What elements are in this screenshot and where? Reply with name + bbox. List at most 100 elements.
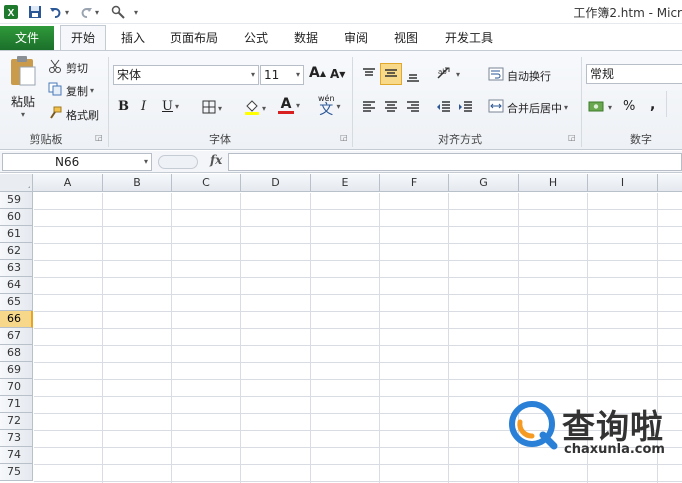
- svg-text:X: X: [8, 8, 15, 19]
- row-header[interactable]: 64: [0, 277, 33, 294]
- excel-logo-icon[interactable]: X: [2, 3, 20, 21]
- select-all-corner[interactable]: [0, 174, 33, 192]
- align-middle-icon: [383, 66, 399, 83]
- column-header[interactable]: G: [449, 174, 519, 192]
- name-box[interactable]: N66 ▾: [2, 153, 152, 171]
- italic-button[interactable]: I: [141, 99, 146, 114]
- column-header[interactable]: H: [519, 174, 588, 192]
- alignment-launcher-icon[interactable]: ◲: [568, 133, 576, 142]
- row-header[interactable]: 62: [0, 243, 33, 260]
- paste-button[interactable]: 粘贴 ▾: [6, 55, 40, 119]
- row-header[interactable]: 65: [0, 294, 33, 311]
- phonetic-button[interactable]: wén 文 ▾: [318, 95, 341, 118]
- align-bottom-icon: [405, 69, 421, 86]
- column-header[interactable]: I: [588, 174, 658, 192]
- tab-home[interactable]: 开始: [60, 25, 106, 51]
- row-header[interactable]: 73: [0, 430, 33, 447]
- row-header[interactable]: 67: [0, 328, 33, 345]
- format-painter-button[interactable]: 格式刷: [48, 106, 99, 123]
- font-color-icon: A: [280, 96, 292, 112]
- row-header-selected[interactable]: 66: [0, 311, 33, 328]
- name-box-dropdown-icon[interactable]: ▾: [144, 154, 148, 170]
- accounting-format-button[interactable]: ▾: [588, 99, 612, 116]
- align-left-button[interactable]: [361, 100, 377, 117]
- watermark-name: 查询啦: [562, 407, 664, 446]
- row-header[interactable]: 68: [0, 345, 33, 362]
- decrease-indent-icon: [436, 100, 452, 117]
- row-header[interactable]: 69: [0, 362, 33, 379]
- row-header[interactable]: 72: [0, 413, 33, 430]
- wrap-text-button[interactable]: 自动换行: [488, 67, 551, 84]
- tab-formulas[interactable]: 公式: [236, 26, 276, 50]
- row-header[interactable]: 71: [0, 396, 33, 413]
- align-top-icon: [361, 67, 377, 84]
- row-header[interactable]: 70: [0, 379, 33, 396]
- font-group-label: 字体: [209, 133, 231, 146]
- tab-insert[interactable]: 插入: [114, 26, 152, 50]
- tab-developer[interactable]: 开发工具: [438, 26, 500, 50]
- tab-view[interactable]: 视图: [386, 26, 426, 50]
- align-right-button[interactable]: [405, 100, 421, 117]
- grow-font-button[interactable]: A ▲: [309, 65, 326, 81]
- customize-icon[interactable]: ▾: [130, 3, 142, 21]
- group-divider: [666, 91, 667, 117]
- paste-icon: [8, 55, 38, 90]
- column-header[interactable]: B: [103, 174, 172, 192]
- column-header[interactable]: E: [311, 174, 380, 192]
- shrink-font-button[interactable]: A ▼: [330, 67, 345, 81]
- bold-button[interactable]: B: [118, 99, 129, 114]
- paste-label: 粘贴: [10, 95, 35, 109]
- tab-page-layout[interactable]: 页面布局: [164, 26, 224, 50]
- undo-icon[interactable]: ▾: [48, 3, 70, 21]
- watermark-logo-icon: [506, 398, 560, 452]
- comma-button[interactable]: ,: [650, 97, 655, 113]
- save-icon[interactable]: [26, 3, 44, 21]
- format-painter-label: 格式刷: [66, 108, 99, 122]
- clipboard-launcher-icon[interactable]: ◲: [95, 133, 103, 142]
- cut-button[interactable]: 剪切: [48, 59, 88, 76]
- redo-icon[interactable]: ▾: [78, 3, 100, 21]
- tab-file[interactable]: 文件: [0, 26, 54, 50]
- font-size-combo[interactable]: 11 ▾: [260, 65, 304, 85]
- row-header[interactable]: 60: [0, 209, 33, 226]
- tools-icon[interactable]: [108, 3, 128, 21]
- font-launcher-icon[interactable]: ◲: [340, 133, 348, 142]
- fx-icon[interactable]: fx: [210, 153, 222, 167]
- borders-button[interactable]: ▾: [202, 100, 222, 117]
- tab-review[interactable]: 审阅: [336, 26, 376, 50]
- decrease-indent-button[interactable]: [436, 100, 452, 117]
- row-header[interactable]: 61: [0, 226, 33, 243]
- underline-icon: U: [162, 99, 173, 114]
- formula-bar-grip[interactable]: [158, 155, 198, 169]
- column-header[interactable]: F: [380, 174, 449, 192]
- clipboard-group-label: 剪贴板: [29, 133, 63, 146]
- percent-button[interactable]: %: [623, 99, 635, 114]
- increase-indent-button[interactable]: [458, 100, 474, 117]
- merge-center-button[interactable]: 合并后居中 ▾: [488, 99, 568, 116]
- tab-data[interactable]: 数据: [286, 26, 326, 50]
- underline-button[interactable]: U ▾: [162, 99, 179, 114]
- column-header[interactable]: C: [172, 174, 241, 192]
- row-header[interactable]: 75: [0, 464, 33, 481]
- title-bar: X ▾ ▾ ▾ 工作簿2.htm - Micr: [0, 0, 682, 24]
- align-center-button[interactable]: [383, 100, 399, 117]
- align-center-icon: [383, 100, 399, 117]
- number-format-combo[interactable]: 常规: [586, 64, 682, 84]
- orientation-button[interactable]: ab ▾: [436, 66, 460, 83]
- formula-input[interactable]: [228, 153, 682, 171]
- font-color-button[interactable]: A ▾: [278, 97, 300, 114]
- copy-button[interactable]: 复制 ▾: [48, 82, 94, 99]
- formula-bar: N66 ▾ fx: [0, 151, 682, 173]
- column-header[interactable]: D: [241, 174, 311, 192]
- column-header[interactable]: A: [33, 174, 103, 192]
- align-middle-button[interactable]: [380, 63, 402, 85]
- row-header[interactable]: 74: [0, 447, 33, 464]
- align-top-button[interactable]: [361, 67, 377, 84]
- row-header[interactable]: 59: [0, 192, 33, 209]
- row-header[interactable]: 63: [0, 260, 33, 277]
- fill-color-button[interactable]: ▾: [244, 99, 266, 118]
- align-bottom-button[interactable]: [405, 69, 421, 86]
- window-title: 工作簿2.htm - Micr: [573, 6, 682, 20]
- font-name-combo[interactable]: 宋体 ▾: [113, 65, 259, 85]
- column-header[interactable]: [658, 174, 682, 192]
